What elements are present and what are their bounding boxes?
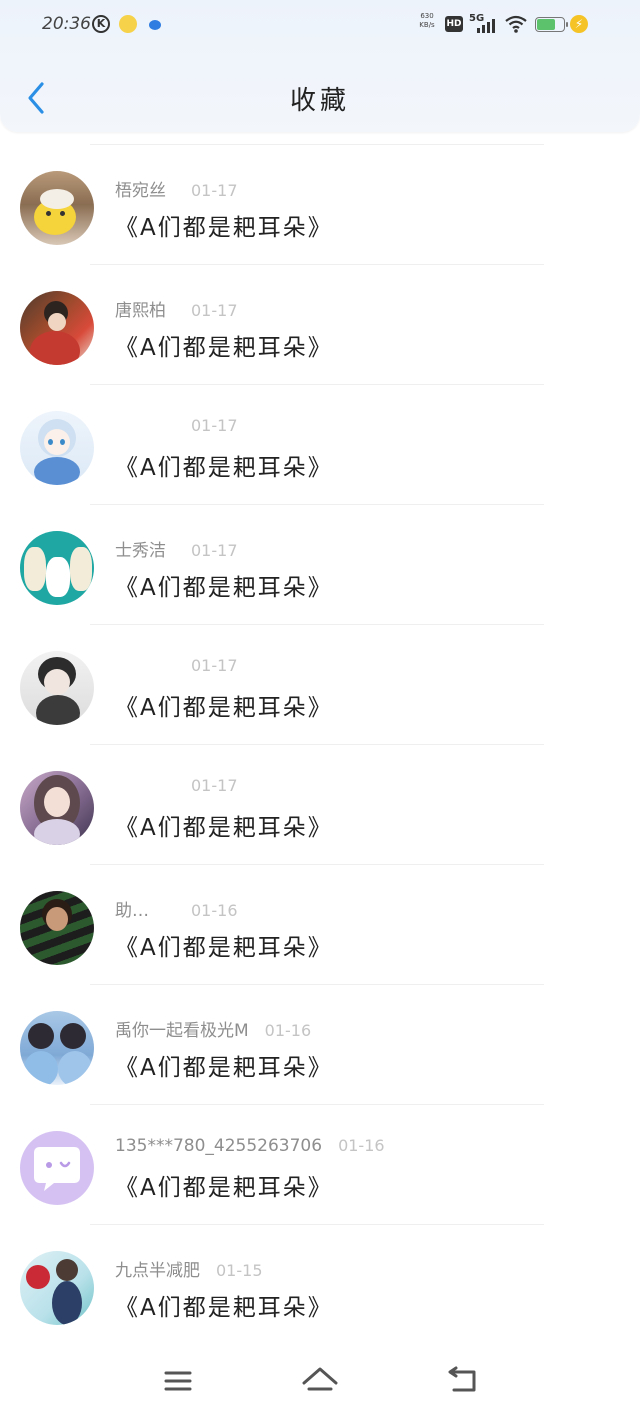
charging-icon: ⚡ — [570, 15, 588, 33]
list-item[interactable]: 助… 01-16 《A们都是耙耳朵》 — [0, 864, 640, 984]
list-item[interactable]: 士秀洁 01-17 《A们都是耙耳朵》 — [0, 504, 640, 624]
author-name: 禹你一起看极光M — [115, 1021, 249, 1041]
list-item[interactable]: 禹你一起看极光M 01-16 《A们都是耙耳朵》 — [0, 984, 640, 1104]
item-title: 《A们都是耙耳朵》 — [115, 335, 333, 361]
author-name: 梧宛丝 — [115, 181, 166, 201]
avatar[interactable] — [20, 771, 94, 845]
list-item[interactable]: 唐熙柏 01-17 《A们都是耙耳朵》 — [0, 264, 640, 384]
author-name: 唐熙柏 — [115, 301, 166, 321]
author-name: 135***780_4255263706 — [115, 1136, 323, 1156]
item-title: 《A们都是耙耳朵》 — [115, 1175, 333, 1201]
item-meta: 01-17 — [115, 416, 238, 438]
system-nav-bar — [0, 1345, 640, 1422]
item-title: 《A们都是耙耳朵》 — [115, 935, 333, 961]
item-meta: 01-17 — [115, 656, 238, 678]
item-date: 01-15 — [216, 1261, 263, 1280]
item-date: 01-17 — [191, 416, 238, 435]
avatar[interactable] — [20, 1251, 94, 1325]
item-meta: 九点半减肥 01-15 — [115, 1256, 263, 1281]
author-name: 九点半减肥 — [115, 1261, 200, 1281]
list-item[interactable]: 01-17 《A们都是耙耳朵》 — [0, 744, 640, 864]
item-date: 01-17 — [191, 541, 238, 560]
item-title: 《A们都是耙耳朵》 — [115, 695, 333, 721]
paw-app-icon — [146, 15, 164, 33]
avatar[interactable] — [20, 891, 94, 965]
k-app-icon: K — [92, 15, 110, 33]
net-speed: 630 KB/s — [419, 12, 435, 29]
avatar[interactable] — [20, 291, 94, 365]
item-date: 01-17 — [191, 656, 238, 675]
item-date: 01-17 — [191, 301, 238, 320]
list-item[interactable]: 01-17 《A们都是耙耳朵》 — [0, 384, 640, 504]
back-nav-icon[interactable] — [440, 1359, 484, 1403]
home-icon[interactable] — [298, 1359, 342, 1403]
item-title: 《A们都是耙耳朵》 — [115, 215, 333, 241]
list-item[interactable]: 01-17 《A们都是耙耳朵》 — [0, 624, 640, 744]
hd-icon: HD — [445, 16, 463, 32]
item-meta: 士秀洁 01-17 — [115, 536, 238, 561]
avatar[interactable] — [20, 531, 94, 605]
item-meta: 01-17 — [115, 776, 238, 798]
item-title: 《A们都是耙耳朵》 — [115, 455, 333, 481]
item-meta: 唐熙柏 01-17 — [115, 296, 238, 321]
item-date: 01-16 — [264, 1021, 312, 1040]
item-title: 《A们都是耙耳朵》 — [115, 815, 333, 841]
item-date: 01-16 — [191, 901, 238, 920]
favorites-list: 梧宛丝 01-17 《A们都是耙耳朵》 唐熙柏 01-17 《A们都是耙耳朵》 01… — [0, 144, 640, 1344]
item-date: 01-17 — [191, 181, 238, 200]
author-name: 士秀洁 — [115, 541, 166, 561]
author-name: 助… — [115, 901, 149, 921]
item-meta: 梧宛丝 01-17 — [115, 176, 238, 201]
list-item[interactable]: 九点半减肥 01-15 《A们都是耙耳朵》 — [0, 1224, 640, 1344]
item-date: 01-17 — [191, 776, 238, 795]
signal-icon: 5G — [469, 13, 497, 35]
top-header: 20:36 K 630 KB/s HD 5G ⚡ 收藏 — [0, 0, 640, 132]
network-type: 5G — [469, 13, 485, 24]
list-item[interactable]: 135***780_4255263706 01-16 《A们都是耙耳朵》 — [0, 1104, 640, 1224]
battery-icon — [535, 17, 568, 32]
avatar[interactable] — [20, 1011, 94, 1085]
list-item[interactable]: 梧宛丝 01-17 《A们都是耙耳朵》 — [0, 144, 640, 264]
avatar[interactable] — [20, 171, 94, 245]
status-time: 20:36 — [42, 14, 91, 34]
notification-app-icon — [119, 15, 137, 33]
item-meta: 135***780_4255263706 01-16 — [115, 1136, 385, 1158]
status-bar: 20:36 K 630 KB/s HD 5G ⚡ — [0, 0, 640, 50]
avatar[interactable] — [20, 651, 94, 725]
item-title: 《A们都是耙耳朵》 — [115, 1295, 333, 1321]
item-title: 《A们都是耙耳朵》 — [115, 1055, 333, 1081]
avatar[interactable] — [20, 1131, 94, 1205]
menu-icon[interactable] — [156, 1359, 200, 1403]
avatar[interactable] — [20, 411, 94, 485]
item-title: 《A们都是耙耳朵》 — [115, 575, 333, 601]
chat-bubble-icon — [34, 1147, 80, 1191]
page-title: 收藏 — [289, 86, 350, 116]
item-meta: 禹你一起看极光M 01-16 — [115, 1016, 312, 1041]
item-date: 01-16 — [338, 1136, 385, 1155]
wifi-icon — [505, 15, 527, 33]
item-meta: 助… 01-16 — [115, 896, 238, 921]
